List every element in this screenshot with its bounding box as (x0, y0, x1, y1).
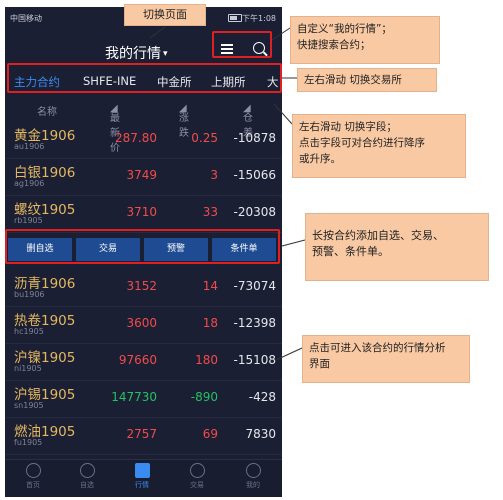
note-switch-page: 切换页面 (124, 4, 206, 26)
note-custom-search: 自定义“我的行情”； 快捷搜索合约； (290, 16, 440, 64)
note-swipe-fields: 左右滑动 切换字段； 点击字段可对合约进行降序 或升序。 (292, 114, 466, 178)
note-swipe-exchange: 左右滑动 切换交易所 (297, 68, 437, 92)
note-click-contract: 点击可进入该合约的行情分析 界面 (302, 335, 470, 383)
note-long-press: 长按合约添加自选、交易、 预警、条件单。 (305, 213, 489, 281)
